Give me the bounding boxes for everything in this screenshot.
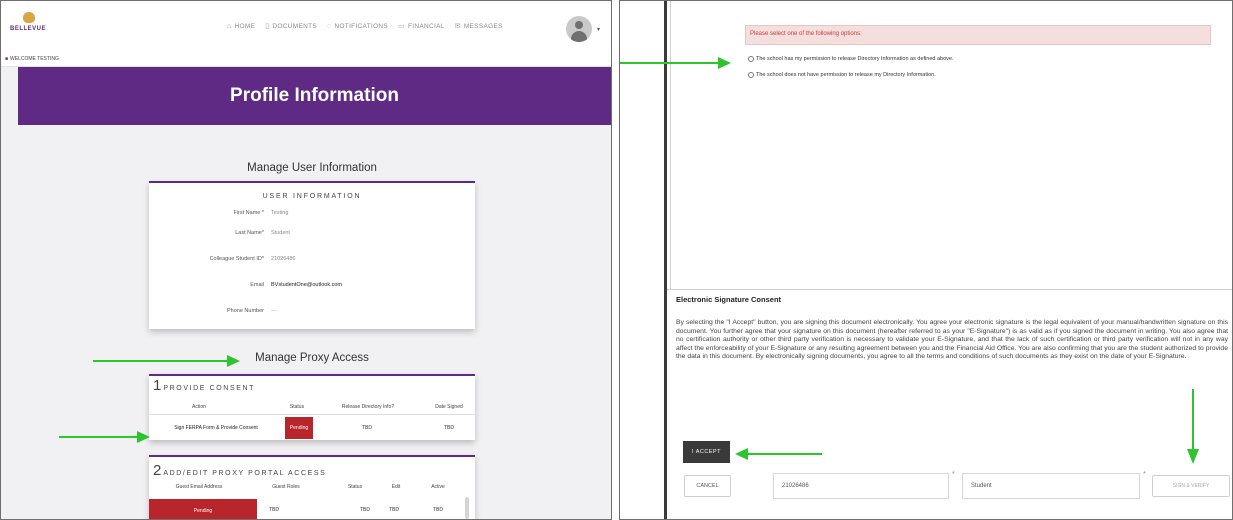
- chevron-down-icon[interactable]: ▾: [597, 26, 600, 33]
- step-number: 1: [153, 377, 162, 394]
- required-marker: *: [952, 471, 955, 478]
- nav-financial-label: FINANCIAL: [408, 22, 445, 30]
- user-info-heading: USER INFORMATION: [262, 193, 362, 200]
- table-scrollbar[interactable]: [465, 497, 469, 519]
- accept-button[interactable]: I ACCEPT: [683, 441, 730, 463]
- nav-documents[interactable]: ▯ DOCUMENTS: [265, 22, 317, 31]
- panel-inner-border: [670, 1, 671, 289]
- consent-header: 1 PROVIDE CONSENT: [149, 376, 475, 393]
- esig-body: By selecting the "I Accept" button, you …: [676, 319, 1228, 361]
- guest-email-pending: Pending: [149, 499, 257, 519]
- nav-messages-label: MESSAGES: [463, 22, 503, 30]
- nav-documents-label: DOCUMENTS: [272, 22, 317, 30]
- option-deny-permission[interactable]: The school does not have permission to r…: [748, 72, 936, 78]
- email-value: BVstudentOne@outlook.com: [271, 282, 343, 288]
- portal-screenshot-panel: BELLEVUE ■ WELCOME TESTING ⌂ HOME ▯ DOCUM…: [0, 0, 612, 520]
- table-divider: [149, 414, 475, 415]
- main-nav: ⌂ HOME ▯ DOCUMENTS ◌ NOTIFICATIONS ▭ FIN…: [227, 22, 503, 31]
- first-name-value: Testing: [271, 210, 289, 216]
- error-message: Please select one of the following optio…: [750, 31, 862, 37]
- option-grant-permission[interactable]: The school has my permission to release …: [748, 56, 953, 62]
- date-signed-value: TBD: [444, 425, 454, 431]
- col-guest-roles: Guest Roles: [272, 484, 300, 490]
- cancel-button[interactable]: CANCEL: [684, 475, 731, 497]
- bell-icon: ◌: [326, 22, 332, 30]
- sign-verify-button[interactable]: SIGN & VERIFY: [1152, 475, 1230, 497]
- col-active: Active: [431, 484, 445, 490]
- student-id-field[interactable]: 21026486: [773, 473, 949, 499]
- first-name-label: First Name *: [233, 210, 264, 216]
- page-title: Profile Information: [230, 85, 399, 106]
- radio-button[interactable]: [748, 72, 754, 78]
- logo-text: BELLEVUE: [10, 26, 47, 32]
- avatar-head: [575, 21, 583, 29]
- crest-icon: [23, 12, 35, 23]
- document-icon: ▯: [265, 23, 270, 30]
- option-deny-label: The school does not have permission to r…: [756, 72, 936, 78]
- arrow-right-icon: [59, 431, 150, 443]
- provide-consent-card: 1 PROVIDE CONSENT Action Status Release …: [149, 374, 475, 440]
- home-icon: ⌂: [227, 22, 232, 30]
- col-release: Release Directory Info?: [341, 404, 395, 410]
- student-id-label: Colleague Student ID*: [209, 256, 264, 262]
- nav-messages[interactable]: ✉ MESSAGES: [454, 22, 503, 31]
- user-info-card: USER INFORMATION First Name * Testing La…: [149, 181, 475, 329]
- student-id-value: 21026486: [271, 256, 296, 262]
- phone-label: Phone Number: [227, 308, 264, 314]
- top-navbar: BELLEVUE ■ WELCOME TESTING ⌂ HOME ▯ DOCUM…: [1, 1, 611, 67]
- user-info-section-title: Manage User Information: [247, 162, 377, 174]
- email-label: Email: [250, 282, 264, 288]
- section-divider: [667, 289, 1232, 290]
- proxy-portal-access-card: 2 ADD/EDIT PROXY PORTAL ACCESS Guest Ema…: [149, 455, 475, 519]
- panel-divider: [664, 1, 667, 519]
- col-status: Status: [289, 404, 305, 410]
- money-icon: ▭: [398, 23, 405, 30]
- nav-home-label: HOME: [234, 22, 256, 30]
- page-banner: Profile Information: [18, 67, 611, 125]
- envelope-icon: ✉: [454, 23, 461, 30]
- college-logo[interactable]: BELLEVUE: [10, 12, 46, 42]
- col-status: Status: [347, 484, 363, 490]
- required-marker: *: [1143, 471, 1146, 478]
- welcome-text: WELCOME TESTING: [10, 56, 59, 62]
- welcome-label: ■ WELCOME TESTING: [5, 56, 59, 62]
- active-value: TBD: [433, 507, 443, 513]
- radio-button[interactable]: [748, 56, 754, 62]
- arrow-right-icon: [620, 57, 731, 69]
- esig-title: Electronic Signature Consent: [676, 295, 782, 304]
- step-number: 2: [153, 462, 162, 479]
- proxy-access-title: ADD/EDIT PROXY PORTAL ACCESS: [163, 470, 327, 477]
- last-name-value: Student: [271, 230, 290, 236]
- release-value: TBD: [362, 425, 372, 431]
- arrow-left-icon: [735, 448, 822, 460]
- nav-home[interactable]: ⌂ HOME: [227, 22, 255, 30]
- arrow-down-icon: [1187, 389, 1199, 464]
- avatar-body: [571, 31, 587, 42]
- status-badge: Pending: [285, 417, 313, 439]
- user-icon: ■: [5, 56, 9, 62]
- col-date-signed: Date Signed: [435, 404, 463, 410]
- last-name-field[interactable]: Student: [962, 473, 1140, 499]
- edit-value: TBD: [389, 507, 399, 513]
- proxy-access-header: 2 ADD/EDIT PROXY PORTAL ACCESS: [149, 457, 475, 478]
- last-name-label: Last Name*: [235, 230, 264, 236]
- sign-ferpa-link[interactable]: Sign FERPA Form & Provide Consent: [149, 425, 283, 431]
- option-grant-label: The school has my permission to release …: [756, 56, 954, 62]
- nav-notifications[interactable]: ◌ NOTIFICATIONS: [327, 22, 388, 30]
- error-alert: Please select one of the following optio…: [745, 25, 1211, 45]
- col-edit: Edit: [391, 484, 401, 490]
- guest-roles-value: TBD: [269, 507, 279, 513]
- nav-financial[interactable]: ▭ FINANCIAL: [398, 22, 445, 31]
- col-action: Action: [192, 404, 206, 410]
- col-guest-email: Guest Email Address: [175, 484, 223, 490]
- consent-title: PROVIDE CONSENT: [163, 385, 256, 392]
- phone-value: ---: [271, 308, 277, 314]
- consent-form-panel: Please select one of the following optio…: [619, 0, 1233, 520]
- arrow-right-icon: [93, 355, 240, 367]
- avatar[interactable]: [566, 16, 592, 42]
- nav-notifications-label: NOTIFICATIONS: [334, 22, 389, 30]
